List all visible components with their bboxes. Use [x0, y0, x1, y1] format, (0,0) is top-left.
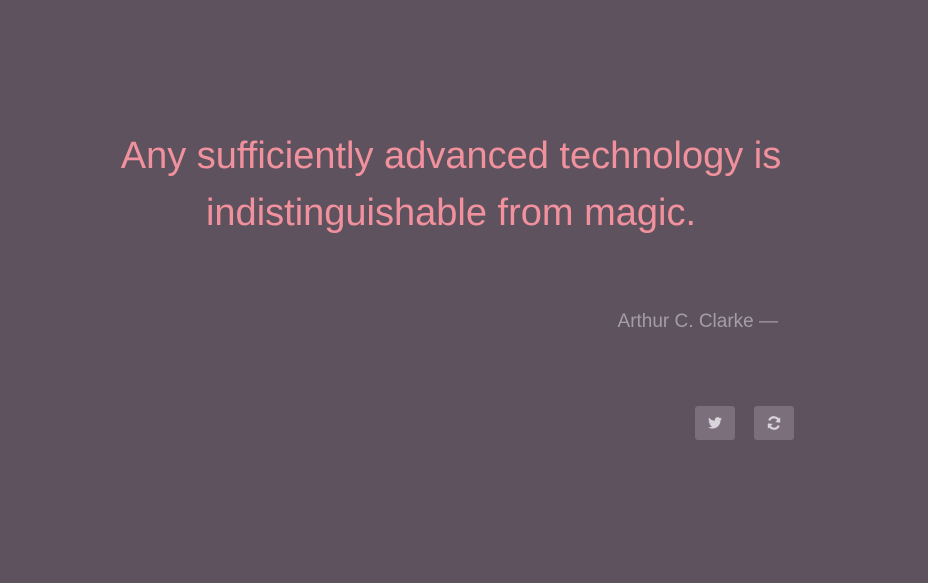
- tweet-button[interactable]: [695, 406, 735, 440]
- quote-text: Any sufficiently advanced technology is …: [120, 135, 782, 234]
- twitter-icon: [708, 417, 722, 429]
- quote-author: Arthur C. Clarke —: [617, 311, 778, 332]
- refresh-icon: [766, 415, 782, 431]
- quote-container: Any sufficiently advanced technology is …: [116, 128, 786, 242]
- new-quote-button[interactable]: [754, 406, 794, 440]
